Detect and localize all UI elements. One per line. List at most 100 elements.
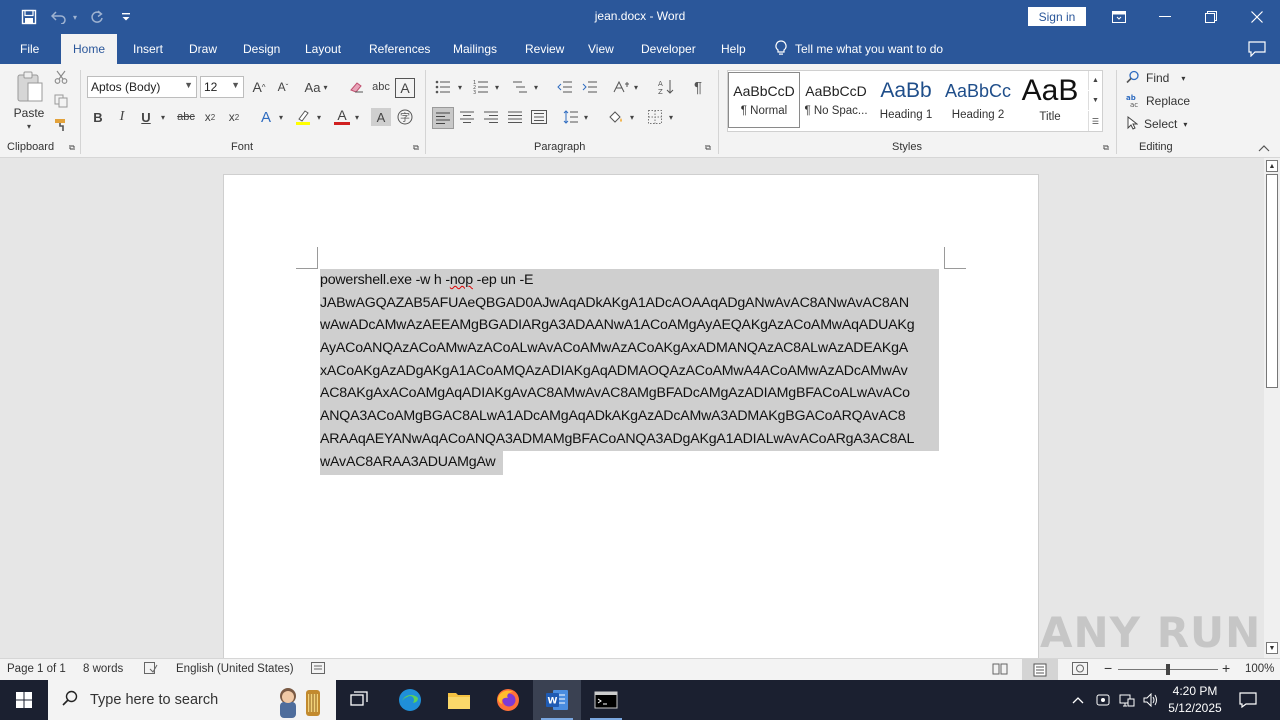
print-layout-icon[interactable] xyxy=(1022,659,1058,680)
tab-mailings[interactable]: Mailings xyxy=(453,34,497,64)
borders-dropdown-icon[interactable]: ▾ xyxy=(666,108,676,126)
tab-references[interactable]: References xyxy=(369,34,430,64)
selected-text-block[interactable]: powershell.exe -w h -nop -ep un -E JABwA… xyxy=(320,269,939,475)
font-color-dropdown-icon[interactable]: ▾ xyxy=(352,108,362,126)
zoom-out-icon[interactable]: − xyxy=(1104,660,1112,676)
enclose-characters-icon[interactable]: 字 xyxy=(395,108,415,126)
bold-icon[interactable]: B xyxy=(88,108,108,126)
comments-icon[interactable] xyxy=(1248,34,1266,64)
bullets-icon[interactable] xyxy=(433,78,453,96)
word-taskbar-icon[interactable]: W xyxy=(533,680,581,720)
tell-me-search[interactable]: Tell me what you want to do xyxy=(775,34,943,64)
tab-draw[interactable]: Draw xyxy=(189,34,217,64)
minimize-icon[interactable] xyxy=(1142,0,1188,34)
clear-formatting-icon[interactable] xyxy=(347,78,367,96)
tab-review[interactable]: Review xyxy=(525,34,564,64)
read-mode-icon[interactable] xyxy=(992,662,1008,678)
show-hidden-icons-chevron-icon[interactable] xyxy=(1068,680,1088,720)
highlight-dropdown-icon[interactable]: ▾ xyxy=(314,108,324,126)
tab-home[interactable]: Home xyxy=(61,34,118,64)
edge-icon[interactable] xyxy=(386,680,434,720)
change-case-button[interactable]: Aa ▾ xyxy=(302,78,330,96)
zoom-level[interactable]: 100% xyxy=(1245,663,1274,675)
security-shield-icon[interactable] xyxy=(1092,680,1114,720)
tab-developer[interactable]: Developer xyxy=(641,34,696,64)
replace-button[interactable]: ab ac Replace xyxy=(1126,91,1190,111)
font-launcher-icon[interactable]: ⧉ xyxy=(410,142,422,154)
select-button[interactable]: Select ▾ xyxy=(1126,114,1187,134)
line-spacing-dropdown-icon[interactable]: ▾ xyxy=(581,108,591,126)
clock[interactable]: 4:20 PM 5/12/2025 xyxy=(1160,683,1230,717)
paste-dropdown-icon[interactable]: ▾ xyxy=(22,121,36,131)
find-button[interactable]: Find ▾ xyxy=(1126,68,1185,88)
copy-icon[interactable] xyxy=(52,92,70,110)
numbering-icon[interactable]: 123 xyxy=(471,78,491,96)
word-count[interactable]: 8 words xyxy=(83,663,123,675)
tab-design[interactable]: Design xyxy=(243,34,280,64)
multilevel-dropdown-icon[interactable]: ▾ xyxy=(531,78,541,96)
tab-view[interactable]: View xyxy=(588,34,614,64)
tab-insert[interactable]: Insert xyxy=(133,34,163,64)
grow-font-icon[interactable]: A ^ xyxy=(250,78,268,96)
superscript-icon[interactable]: x2 xyxy=(224,108,244,126)
line-spacing-icon[interactable] xyxy=(561,108,581,126)
underline-icon[interactable]: U xyxy=(137,108,155,126)
show-formatting-icon[interactable]: ¶ xyxy=(688,78,708,96)
subscript-icon[interactable]: x2 xyxy=(200,108,220,126)
scroll-down-icon[interactable]: ▼ xyxy=(1266,642,1278,654)
highlight-icon[interactable] xyxy=(293,108,313,126)
zoom-in-icon[interactable]: + xyxy=(1222,660,1230,676)
web-layout-icon[interactable] xyxy=(1072,662,1088,678)
font-color-icon[interactable]: A xyxy=(332,108,352,126)
sign-in-button[interactable]: Sign in xyxy=(1028,7,1086,26)
text-effects-icon[interactable]: A xyxy=(256,108,276,126)
style-normal[interactable]: AaBbCcD ¶ Normal xyxy=(728,72,800,128)
tab-file[interactable]: File xyxy=(20,34,39,64)
shading-icon[interactable] xyxy=(606,108,626,126)
spelling-error-squiggle[interactable]: nop xyxy=(450,272,473,288)
volume-icon[interactable] xyxy=(1140,680,1162,720)
page-count[interactable]: Page 1 of 1 xyxy=(7,663,66,675)
restore-icon[interactable] xyxy=(1188,0,1234,34)
strikethrough-icon[interactable]: abc xyxy=(176,108,196,126)
document-page[interactable]: powershell.exe -w h -nop -ep un -E JABwA… xyxy=(223,174,1039,658)
text-effects-dropdown-icon[interactable]: ▾ xyxy=(276,108,286,126)
phonetic-guide-icon[interactable]: abc xyxy=(371,78,391,96)
tab-layout[interactable]: Layout xyxy=(305,34,341,64)
font-size-combo[interactable]: 12 ▼ xyxy=(200,76,244,98)
collapse-ribbon-icon[interactable] xyxy=(1256,141,1272,155)
bullets-dropdown-icon[interactable]: ▾ xyxy=(455,78,465,96)
character-shading-icon[interactable]: A xyxy=(371,108,391,126)
taskbar-search-box[interactable]: Type here to search xyxy=(48,680,336,720)
style-no-spacing[interactable]: AaBbCcD ¶ No Spac... xyxy=(800,72,872,128)
accessibility-icon[interactable] xyxy=(311,662,325,677)
styles-launcher-icon[interactable]: ⧉ xyxy=(1100,142,1112,154)
file-explorer-icon[interactable] xyxy=(435,680,483,720)
character-border-icon[interactable]: A xyxy=(395,78,415,98)
notifications-icon[interactable] xyxy=(1236,680,1260,720)
increase-indent-icon[interactable] xyxy=(580,78,600,96)
format-painter-icon[interactable] xyxy=(52,116,70,134)
scroll-thumb[interactable] xyxy=(1266,174,1278,388)
justify-icon[interactable] xyxy=(505,108,525,126)
italic-icon[interactable]: I xyxy=(112,108,132,126)
zoom-slider-thumb[interactable] xyxy=(1166,664,1170,675)
paste-icon[interactable] xyxy=(14,70,46,106)
cut-icon[interactable] xyxy=(52,68,70,86)
underline-dropdown-icon[interactable]: ▾ xyxy=(157,108,169,126)
borders-icon[interactable] xyxy=(645,108,665,126)
style-heading-2[interactable]: AaBbCc Heading 2 xyxy=(942,72,1014,128)
start-windows-icon[interactable] xyxy=(0,680,48,720)
ribbon-display-options-icon[interactable] xyxy=(1096,0,1142,34)
font-name-combo[interactable]: Aptos (Body) ▼ xyxy=(87,76,197,98)
network-icon[interactable] xyxy=(1116,680,1138,720)
proofing-icon[interactable] xyxy=(144,662,158,677)
task-view-icon[interactable] xyxy=(336,680,384,720)
asian-layout-icon[interactable] xyxy=(611,78,631,96)
scroll-up-icon[interactable]: ▲ xyxy=(1266,160,1278,172)
close-icon[interactable] xyxy=(1234,0,1280,34)
language[interactable]: English (United States) xyxy=(176,663,294,675)
firefox-icon[interactable] xyxy=(484,680,532,720)
shrink-font-icon[interactable]: Aˇ xyxy=(274,78,292,96)
terminal-icon[interactable] xyxy=(582,680,630,720)
